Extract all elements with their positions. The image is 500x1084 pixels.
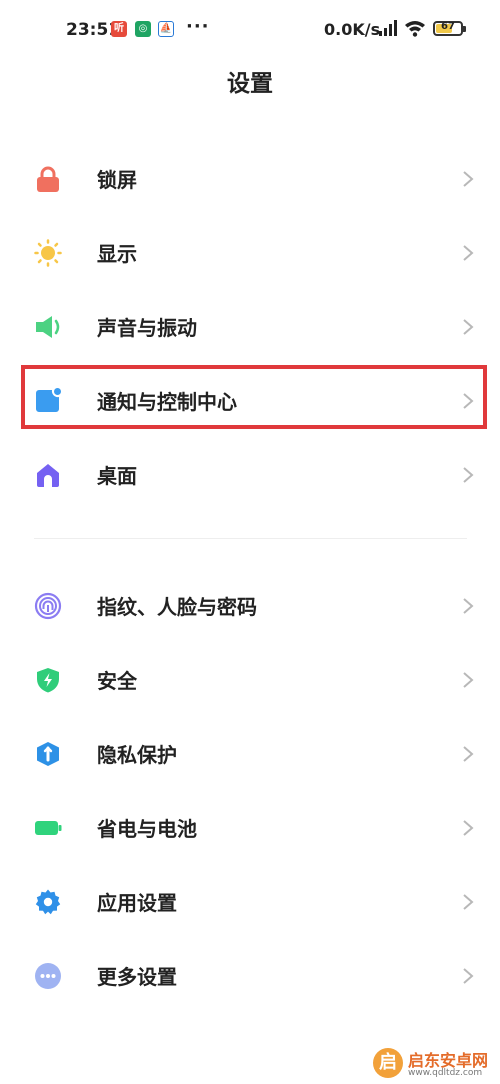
setting-item-label: 安全 xyxy=(97,669,137,693)
group-divider xyxy=(34,538,467,539)
battery-icon xyxy=(35,821,62,835)
status-app-badge-boat: ⛵ xyxy=(158,21,174,37)
chevron-right-icon xyxy=(463,245,474,261)
setting-item-security[interactable]: 安全 xyxy=(0,643,500,717)
more-dots-icon xyxy=(35,963,61,989)
sun-icon xyxy=(34,239,62,267)
signal-icon xyxy=(379,20,397,36)
fingerprint-icon xyxy=(34,592,62,620)
privacy-icon xyxy=(37,742,59,766)
battery-tip xyxy=(463,26,466,32)
speaker-icon xyxy=(36,316,60,338)
chevron-right-icon xyxy=(463,171,474,187)
setting-item-privacy[interactable]: 隐私保护 xyxy=(0,717,500,791)
settings-group-2: 指纹、人脸与密码 安全 隐私保护 省电与电池 应用设置 更多设置 xyxy=(0,569,500,1013)
watermark-url: www.qdltdz.com xyxy=(408,1068,483,1078)
setting-item-sound-vibration[interactable]: 声音与振动 xyxy=(0,290,500,364)
setting-item-label: 桌面 xyxy=(97,464,137,488)
setting-item-label: 锁屏 xyxy=(97,168,137,192)
status-app-badge-listen: 听 xyxy=(111,21,127,37)
setting-item-battery-power[interactable]: 省电与电池 xyxy=(0,791,500,865)
page-title: 设置 xyxy=(227,71,273,97)
chevron-right-icon xyxy=(463,968,474,984)
site-watermark: 启 启东安卓网 www.qdltdz.com xyxy=(373,1047,495,1081)
chevron-right-icon xyxy=(463,894,474,910)
setting-item-label: 省电与电池 xyxy=(97,817,197,841)
setting-item-label: 隐私保护 xyxy=(97,743,177,767)
settings-group-1: 锁屏 显示 声音与振动 通知与控制中心 桌面 xyxy=(0,142,500,512)
status-bar: 23:51 听 ◎ ⛵ ··· 0.0K/s 67 xyxy=(0,0,500,60)
battery-status-icon: 67 xyxy=(433,21,466,36)
setting-item-home-screen[interactable]: 桌面 xyxy=(0,438,500,512)
chevron-right-icon xyxy=(463,598,474,614)
chevron-right-icon xyxy=(463,672,474,688)
home-icon xyxy=(37,464,59,487)
lock-icon xyxy=(37,166,59,192)
watermark-logo-icon: 启 xyxy=(373,1048,403,1078)
chevron-right-icon xyxy=(463,820,474,836)
shield-icon xyxy=(37,668,59,693)
setting-item-app-settings[interactable]: 应用设置 xyxy=(0,865,500,939)
setting-item-label: 显示 xyxy=(97,242,137,266)
setting-item-label: 指纹、人脸与密码 xyxy=(97,595,257,619)
setting-item-label: 声音与振动 xyxy=(97,316,197,340)
setting-item-display[interactable]: 显示 xyxy=(0,216,500,290)
chevron-right-icon xyxy=(463,467,474,483)
status-net-speed: 0.0K/s xyxy=(324,20,381,39)
setting-item-more-settings[interactable]: 更多设置 xyxy=(0,939,500,1013)
setting-item-fingerprint-face-password[interactable]: 指纹、人脸与密码 xyxy=(0,569,500,643)
gear-icon xyxy=(35,889,61,915)
status-more-icon: ··· xyxy=(186,16,210,37)
chevron-right-icon xyxy=(463,319,474,335)
battery-level-text: 67 xyxy=(441,21,455,32)
highlight-box xyxy=(21,365,487,429)
setting-item-label: 更多设置 xyxy=(97,965,177,989)
status-app-badge-shield: ◎ xyxy=(135,21,151,37)
chevron-right-icon xyxy=(463,746,474,762)
setting-item-lock-screen[interactable]: 锁屏 xyxy=(0,142,500,216)
wifi-icon xyxy=(405,21,425,37)
setting-item-label: 应用设置 xyxy=(97,891,177,915)
